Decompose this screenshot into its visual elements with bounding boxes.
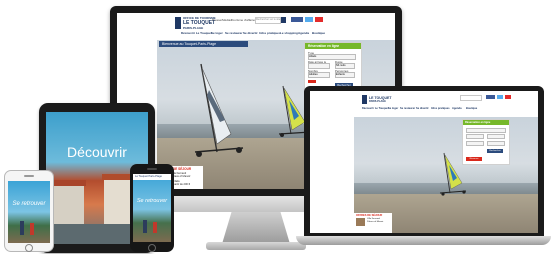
person-figure-2 bbox=[30, 223, 34, 235]
laptop-offer-line-1: Villa Fernand bbox=[367, 218, 380, 220]
search-input[interactable]: Rechercher sur le site bbox=[255, 17, 281, 24]
laptop-facebook-icon[interactable] bbox=[486, 95, 495, 99]
laptop-adults-field[interactable] bbox=[466, 141, 484, 146]
phone-white: Se retrouver bbox=[4, 170, 54, 252]
phone-white-title: Se retrouver bbox=[12, 201, 46, 207]
laptop-search-input[interactable] bbox=[460, 95, 482, 101]
laptop-site-header: LE TOUQUET PARIS-PLAGE Découvrir Le Touq… bbox=[310, 91, 538, 115]
monitor-stand bbox=[222, 212, 290, 244]
laptop-offer-card[interactable]: OFFRES DE SÉJOUR Villa Fernand Palace of… bbox=[354, 213, 392, 233]
laptop-youtube-icon[interactable] bbox=[505, 95, 511, 99]
nav-agenda[interactable]: Agenda bbox=[298, 31, 309, 35]
nav-infos[interactable]: Infos pratiques bbox=[259, 31, 281, 35]
laptop-nav-se-restaurer[interactable]: Se restaurer bbox=[400, 107, 415, 110]
phone-black: Le Touquet Paris-Plage Se retrouver bbox=[130, 164, 174, 252]
home-button-icon[interactable] bbox=[148, 244, 156, 252]
laptop-offer-line-2: Palace of Manoir bbox=[367, 221, 384, 223]
phone-black-header: Le Touquet Paris-Plage bbox=[133, 174, 171, 180]
facebook-icon[interactable] bbox=[291, 17, 303, 22]
laptop-nav-infos[interactable]: Infos pratiques bbox=[431, 107, 450, 110]
select-adults[interactable]: Adultes bbox=[308, 72, 330, 78]
booking-panel-header: Réservation en ligne bbox=[305, 43, 361, 49]
person-figure-1 bbox=[143, 220, 147, 233]
monitor-foot bbox=[206, 242, 306, 250]
top-link-business[interactable]: Tourisme d'affaires bbox=[231, 18, 256, 22]
twitter-icon[interactable] bbox=[305, 17, 313, 22]
laptop-date-field[interactable] bbox=[466, 134, 484, 139]
nav-boutique[interactable]: Boutique bbox=[312, 31, 325, 35]
site-header: OFFICE DE TOURISME LE TOUQUET PARIS-PLAG… bbox=[117, 13, 395, 39]
tablet-title: Découvrir bbox=[67, 144, 127, 160]
laptop-logo-icon bbox=[362, 95, 367, 104]
roof-left bbox=[52, 180, 86, 186]
laptop-screen: LE TOUQUET PARIS-PLAGE Découvrir Le Touq… bbox=[310, 91, 538, 233]
laptop-children-field[interactable] bbox=[487, 141, 505, 146]
person-figure-2 bbox=[153, 222, 157, 233]
phone-black-screen: Le Touquet Paris-Plage Se retrouver bbox=[133, 174, 171, 242]
select-children[interactable]: Enfants bbox=[335, 72, 355, 78]
phone-black-title: Se retrouver bbox=[136, 198, 168, 204]
laptop-nav-agenda[interactable]: Agenda bbox=[452, 107, 462, 110]
laptop-nav-se-divertir[interactable]: Se divertir bbox=[416, 107, 429, 110]
top-link-press[interactable]: Presse/Médias bbox=[212, 18, 232, 22]
laptop-nav-boutique[interactable]: Boutique bbox=[466, 107, 477, 110]
nav-decouvrir[interactable]: Découvrir Le Touquet bbox=[181, 31, 212, 35]
phone-white-screen: Se retrouver bbox=[8, 181, 50, 243]
phone-black-header-text: Le Touquet Paris-Plage bbox=[135, 175, 162, 178]
laptop-logo-line-2: PARIS-PLAGE bbox=[369, 100, 386, 103]
home-button-icon[interactable] bbox=[25, 244, 33, 252]
partner-logo-icon bbox=[308, 80, 316, 83]
laptop-search-button[interactable]: Rechercher bbox=[487, 149, 503, 153]
laptop-nav-decouvrir[interactable]: Découvrir Le Touquet bbox=[362, 107, 389, 110]
speaker-icon bbox=[147, 168, 157, 170]
nav-se-loger[interactable]: Se loger bbox=[211, 31, 223, 35]
laptop-offer-title: OFFRES DE SÉJOUR bbox=[356, 214, 383, 217]
laptop-select-type[interactable] bbox=[466, 128, 506, 133]
hero-title-bar: Bienvenue au Touquet-Paris-Plage bbox=[159, 41, 248, 47]
youtube-icon[interactable] bbox=[315, 17, 323, 22]
nav-se-divertir[interactable]: Se divertir bbox=[243, 31, 258, 35]
laptop-book-button[interactable]: Réserver bbox=[466, 157, 482, 161]
laptop-hero-image: Réservation en ligne Rechercher Réserver… bbox=[354, 117, 538, 233]
sand-yacht-large bbox=[194, 63, 244, 157]
search-icon[interactable] bbox=[281, 17, 286, 23]
person-figure-1 bbox=[20, 221, 24, 235]
nav-se-restaurer[interactable]: Se restaurer bbox=[225, 31, 243, 35]
laptop-booking-header: Réservation en ligne bbox=[463, 120, 509, 125]
laptop-base bbox=[296, 236, 551, 245]
laptop-nav-se-loger[interactable]: Se loger bbox=[388, 107, 398, 110]
logo-icon bbox=[175, 17, 181, 29]
laptop-offer-thumbnail bbox=[356, 218, 365, 226]
laptop-twitter-icon[interactable] bbox=[497, 95, 503, 99]
logo-line-3: PARIS-PLAGE bbox=[183, 26, 204, 30]
laptop-booking-panel: Réservation en ligne Rechercher Réserver bbox=[462, 119, 510, 165]
building-left bbox=[54, 184, 84, 224]
laptop-nights-field[interactable] bbox=[487, 134, 505, 139]
nav-shopping[interactable]: Le shopping bbox=[280, 31, 298, 35]
speaker-icon bbox=[24, 175, 34, 177]
laptop: LE TOUQUET PARIS-PLAGE Découvrir Le Touq… bbox=[296, 86, 551, 248]
